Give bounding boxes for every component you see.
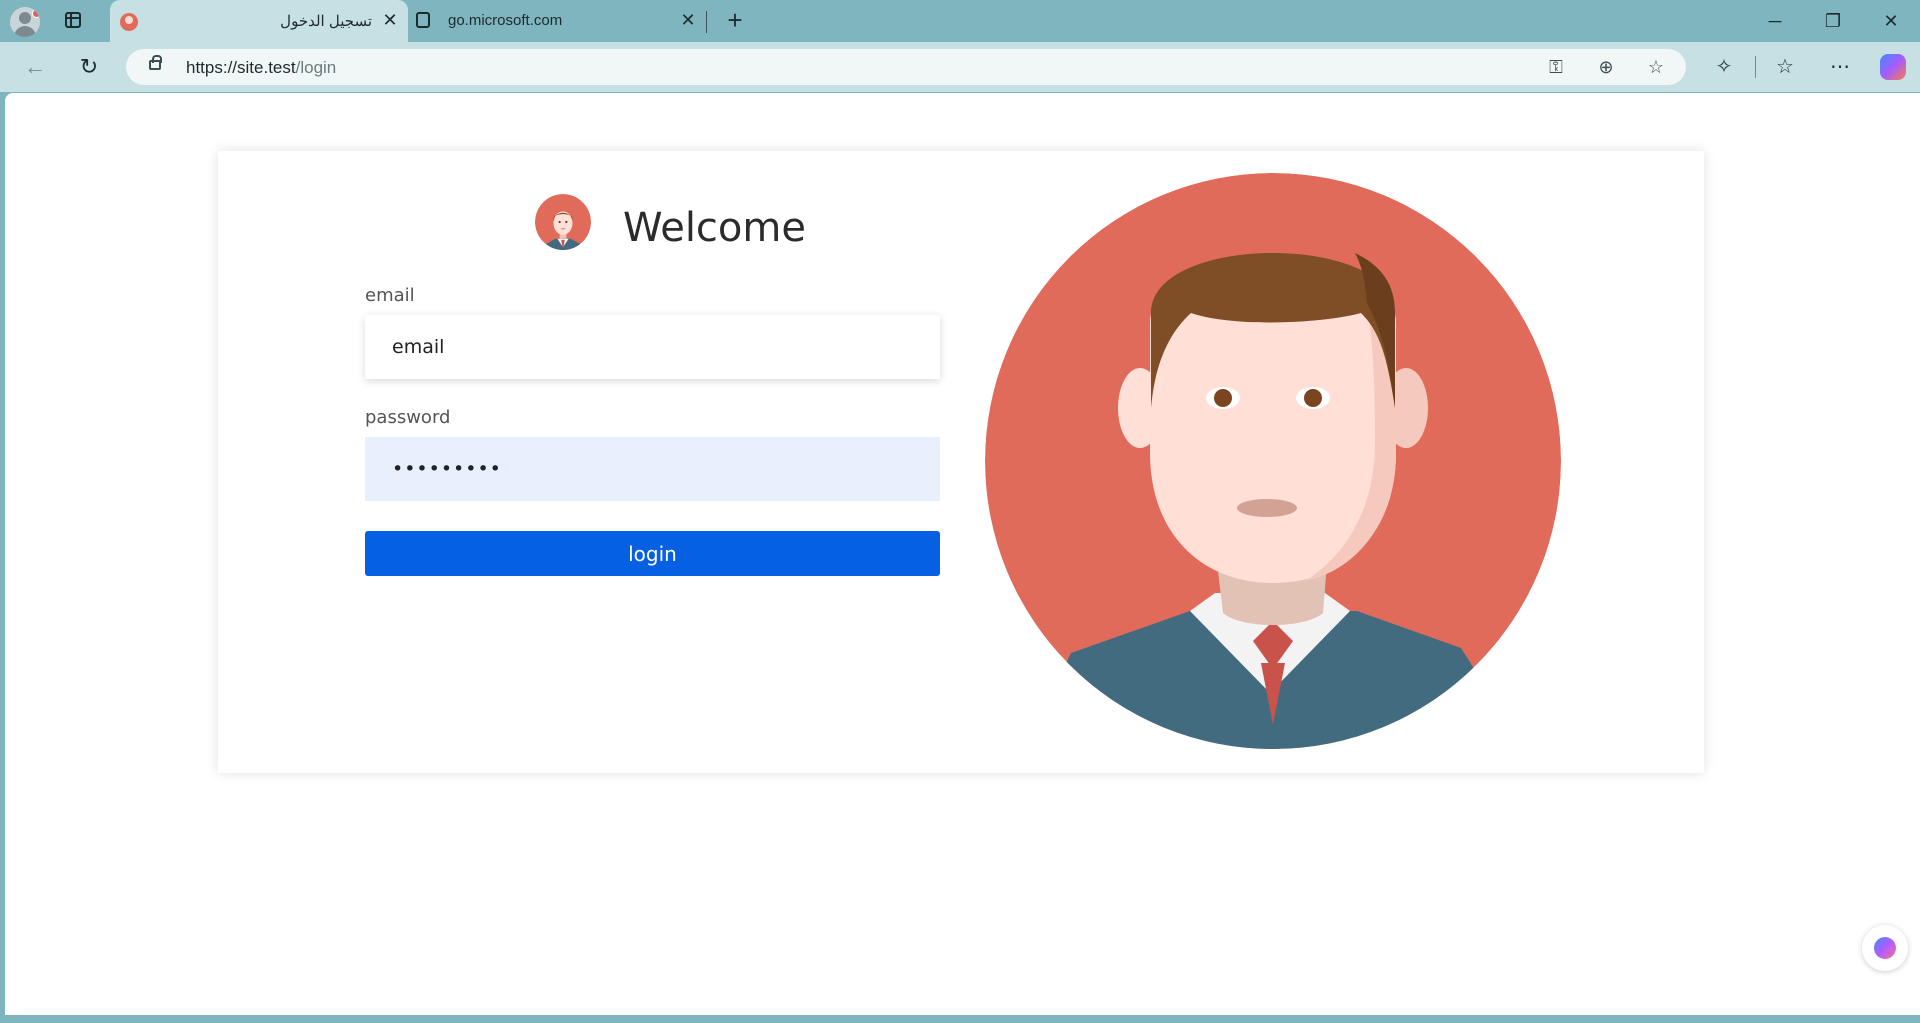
- new-tab-button[interactable]: +: [722, 6, 748, 34]
- minimize-button[interactable]: ─: [1760, 8, 1790, 34]
- restore-button[interactable]: ❐: [1818, 8, 1848, 34]
- close-tab-icon[interactable]: ✕: [678, 10, 698, 30]
- document-favicon-icon: [416, 12, 430, 28]
- toolbar-divider: [1755, 56, 1756, 78]
- tab-title: تسجيل الدخول: [280, 13, 372, 30]
- profile-avatar[interactable]: [10, 7, 40, 37]
- browser-toolbar: ← ↻ https://site.test/login ⚿ ⊕ ☆ ✧ ☆ ⋯: [0, 42, 1920, 92]
- tab-divider: [706, 11, 707, 33]
- login-form: Welcome email password login: [365, 191, 940, 576]
- workspaces-icon[interactable]: [65, 12, 81, 28]
- url-path: /login: [295, 58, 337, 77]
- page-viewport: Welcome email password login: [5, 93, 1920, 1015]
- tab-login[interactable]: تسجيل الدخول ✕: [110, 0, 408, 42]
- email-field[interactable]: [365, 315, 940, 379]
- page-title: Welcome: [623, 205, 806, 251]
- assistant-bubble-icon[interactable]: [1862, 925, 1908, 971]
- extensions-icon[interactable]: ✧: [1709, 52, 1739, 82]
- email-label: email: [365, 285, 415, 306]
- lock-icon[interactable]: [149, 55, 162, 70]
- tab-title: go.microsoft.com: [448, 12, 563, 29]
- url-text[interactable]: https://site.test/login: [186, 58, 336, 78]
- url-host: https://site.test: [186, 58, 296, 77]
- copilot-icon[interactable]: [1880, 54, 1906, 80]
- address-bar[interactable]: https://site.test/login ⚿ ⊕ ☆: [126, 49, 1686, 85]
- small-avatar-icon: [535, 194, 591, 250]
- login-card: Welcome email password login: [218, 151, 1704, 773]
- login-button[interactable]: login: [365, 531, 940, 576]
- site-favicon-icon: [120, 13, 138, 31]
- key-icon[interactable]: ⚿: [1544, 55, 1568, 79]
- avatar-illustration: [985, 173, 1561, 749]
- zoom-icon[interactable]: ⊕: [1594, 55, 1618, 79]
- reload-button[interactable]: ↻: [74, 52, 104, 82]
- tab-microsoft[interactable]: go.microsoft.com ✕: [408, 0, 706, 42]
- close-tab-icon[interactable]: ✕: [380, 10, 400, 30]
- password-field[interactable]: [365, 437, 940, 501]
- close-window-button[interactable]: ✕: [1876, 8, 1906, 34]
- favorites-icon[interactable]: ☆: [1770, 52, 1800, 82]
- back-button[interactable]: ←: [20, 52, 50, 82]
- notification-dot: [32, 9, 40, 18]
- more-icon[interactable]: ⋯: [1825, 52, 1855, 82]
- password-label: password: [365, 407, 451, 428]
- tab-strip: تسجيل الدخول ✕ go.microsoft.com ✕ + ─ ❐ …: [0, 0, 1920, 42]
- star-icon[interactable]: ☆: [1644, 55, 1668, 79]
